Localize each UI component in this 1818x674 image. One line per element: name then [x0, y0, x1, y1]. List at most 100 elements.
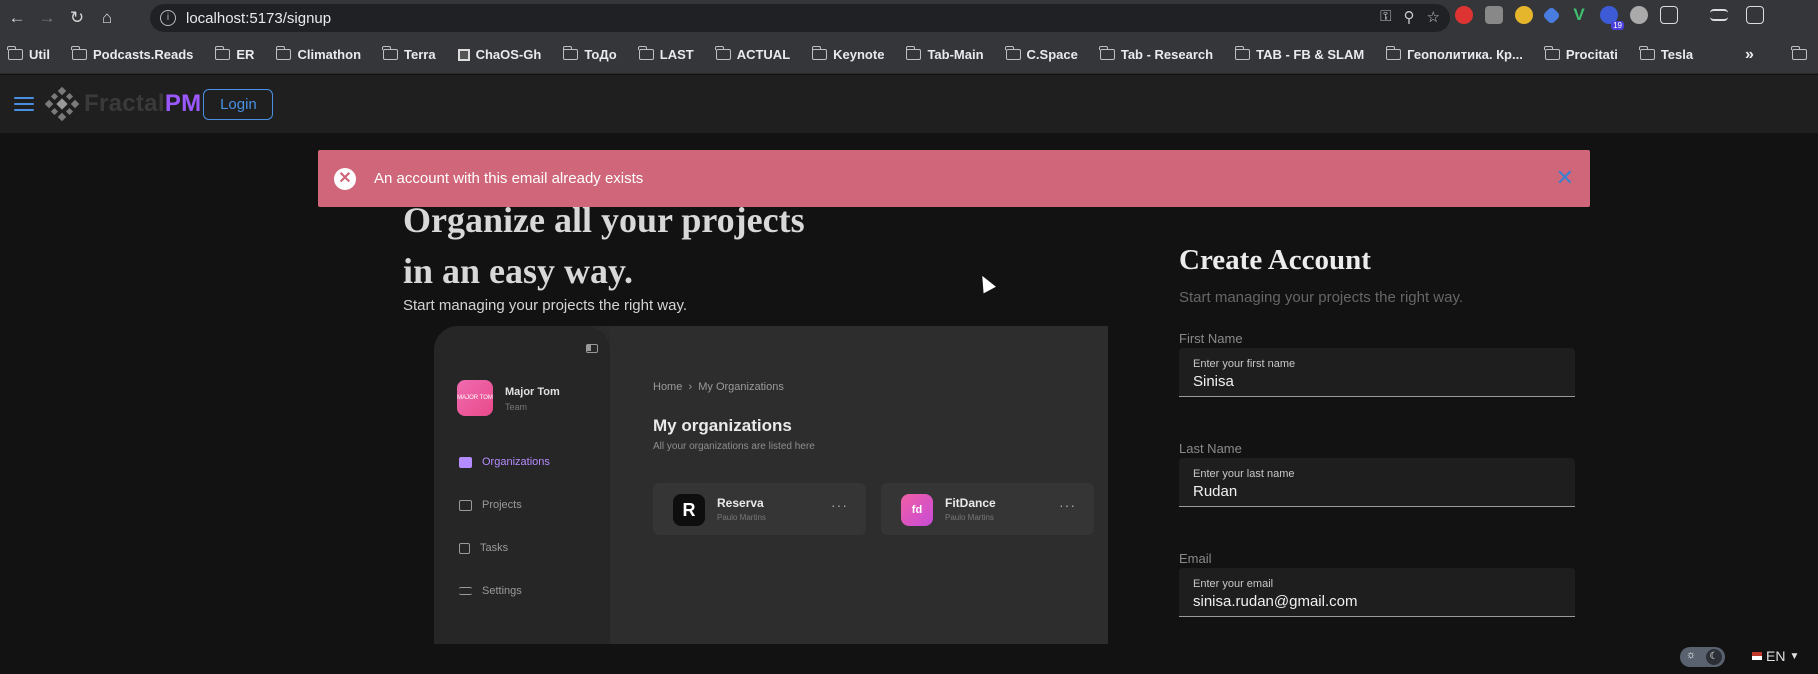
extension-gray-icon[interactable]: [1485, 6, 1503, 24]
bookmark-folder[interactable]: Util: [7, 46, 50, 62]
sun-icon: ☼: [1686, 649, 1697, 661]
app-preview-image: MAJOR TOM Major Tom Team Organizations P…: [434, 326, 1108, 644]
app-logo-text: FractalPM: [84, 90, 202, 117]
org-card: R Reserva Paulo Martins ···: [653, 483, 866, 535]
bookmark-folder[interactable]: Геополитика. Кр...: [1385, 46, 1523, 62]
hero-title: Organize all your projects in an easy wa…: [403, 200, 805, 291]
folder-icon: [811, 46, 828, 60]
reading-list-icon[interactable]: [1710, 9, 1728, 21]
first-name-field[interactable]: Enter your first name: [1179, 348, 1575, 397]
folder-icon: [214, 46, 231, 60]
folder-icon: [1004, 46, 1021, 60]
sidebar-toggle-icon: [586, 344, 598, 353]
org-name: Reserva: [717, 496, 764, 510]
bookmark-folder[interactable]: Keynote: [811, 46, 884, 62]
moon-icon: ☾: [1706, 649, 1722, 665]
email-hint: Enter your email: [1193, 578, 1274, 590]
folder-icon: [1544, 46, 1560, 60]
extension-red-icon[interactable]: [1455, 6, 1473, 24]
fitdance-logo-icon: fd: [901, 494, 933, 526]
folder-icon: [715, 46, 731, 60]
org-card: fd FitDance Paulo Martins ···: [881, 483, 1094, 535]
back-icon[interactable]: ←: [2, 3, 32, 33]
breadcrumb: Home › My Organizations: [653, 381, 784, 393]
sidebar-item-projects: Projects: [459, 499, 522, 511]
bookmark-link[interactable]: ChaOS-Gh: [457, 47, 541, 62]
extension-badge: 19: [1611, 21, 1624, 30]
zoom-icon[interactable]: ⚲: [1404, 8, 1415, 26]
folder-icon: [1385, 46, 1402, 60]
last-name-hint: Enter your last name: [1193, 468, 1295, 480]
key-icon[interactable]: ⚿: [1380, 8, 1391, 26]
extension-compass-icon[interactable]: [1515, 6, 1533, 24]
folder-icon: [562, 46, 579, 60]
preview-sidebar: MAJOR TOM Major Tom Team Organizations P…: [434, 326, 610, 644]
grid-icon: [459, 542, 470, 554]
bookmark-folder[interactable]: Procitati: [1544, 46, 1618, 62]
email-label: Email: [1179, 551, 1212, 566]
bookmark-folder[interactable]: Tesla: [1639, 46, 1693, 62]
chaos-favicon-icon: [457, 48, 470, 61]
preview-heading: My organizations: [653, 416, 792, 435]
site-info-icon[interactable]: i: [160, 10, 176, 26]
folder-icon: [1791, 46, 1807, 60]
bookmark-folder[interactable]: Terra: [382, 46, 436, 62]
folder-icon: [382, 46, 399, 60]
preview-main: Home › My Organizations My organizations…: [610, 326, 1108, 644]
language-selector[interactable]: EN ▼: [1752, 648, 1799, 664]
form-title: Create Account: [1179, 244, 1371, 276]
bookmark-folder[interactable]: Podcasts.Reads: [71, 46, 193, 62]
org-name: FitDance: [945, 496, 996, 510]
first-name-input[interactable]: [1193, 373, 1553, 390]
bookmark-folder[interactable]: ER: [214, 46, 254, 62]
extensions-puzzle-icon[interactable]: [1660, 6, 1678, 24]
forward-icon[interactable]: →: [32, 3, 62, 33]
org-owner: Paulo Martins: [717, 513, 766, 522]
extension-gear-icon[interactable]: [1630, 6, 1648, 24]
address-url[interactable]: localhost:5173/signup: [186, 10, 331, 27]
first-name-label: First Name: [1179, 331, 1243, 346]
bookmark-folder[interactable]: Tab-Main: [905, 46, 984, 62]
chevron-down-icon: ▼: [1789, 650, 1800, 662]
home-icon[interactable]: ⌂: [92, 3, 122, 33]
folder-icon: [638, 46, 654, 60]
reload-icon[interactable]: ↻: [62, 3, 92, 33]
menu-icon[interactable]: [14, 97, 34, 111]
user-role: Team: [505, 402, 528, 412]
form-subtitle: Start managing your projects the right w…: [1179, 289, 1464, 306]
all-bookmarks-folder[interactable]: [1791, 46, 1807, 60]
bookmark-star-icon[interactable]: ☆: [1427, 8, 1440, 26]
first-name-hint: Enter your first name: [1193, 358, 1296, 370]
last-name-input[interactable]: [1193, 483, 1553, 500]
bookmark-folder[interactable]: C.Space: [1004, 46, 1078, 62]
bookmark-folder[interactable]: ACTUAL: [715, 46, 790, 62]
folder-icon: [1639, 46, 1655, 60]
extension-badge-icon[interactable]: 19: [1600, 6, 1624, 30]
side-panel-icon[interactable]: [1746, 6, 1764, 24]
last-name-field[interactable]: Enter your last name: [1179, 458, 1575, 507]
folder-icon: [275, 46, 292, 60]
address-bar[interactable]: i localhost:5173/signup ⚿ ⚲ ☆: [150, 4, 1450, 32]
bookmark-folder[interactable]: Climathon: [275, 46, 361, 62]
app-header: FractalPM Login: [0, 75, 1818, 133]
email-field[interactable]: Enter your email: [1179, 568, 1575, 617]
bookmark-folder[interactable]: LAST: [638, 46, 694, 62]
extension-v-icon[interactable]: V: [1570, 6, 1588, 24]
browser-toolbar: ← → ↻ ⌂ i localhost:5173/signup ⚿ ⚲ ☆ V …: [0, 0, 1818, 36]
bookmark-folder[interactable]: ТоДо: [562, 46, 617, 62]
more-icon: ···: [831, 497, 848, 513]
user-name: Major Tom: [505, 386, 560, 398]
theme-toggle[interactable]: ☼ ☾: [1680, 647, 1725, 667]
bookmark-folder[interactable]: TAB - FB & SLAM: [1234, 46, 1364, 62]
reserva-logo-icon: R: [673, 494, 705, 526]
login-button[interactable]: Login: [203, 88, 274, 120]
email-input[interactable]: [1193, 593, 1553, 610]
briefcase-icon: [459, 499, 472, 511]
error-icon: ✕: [334, 167, 356, 190]
bookmarks-overflow-icon[interactable]: »: [1745, 46, 1754, 64]
bookmark-folder[interactable]: Tab - Research: [1099, 46, 1213, 62]
flag-icon: [1752, 652, 1762, 660]
folder-icon: [459, 456, 472, 468]
close-icon[interactable]: ✕: [1556, 167, 1574, 189]
extension-blue-icon[interactable]: [1542, 6, 1561, 25]
